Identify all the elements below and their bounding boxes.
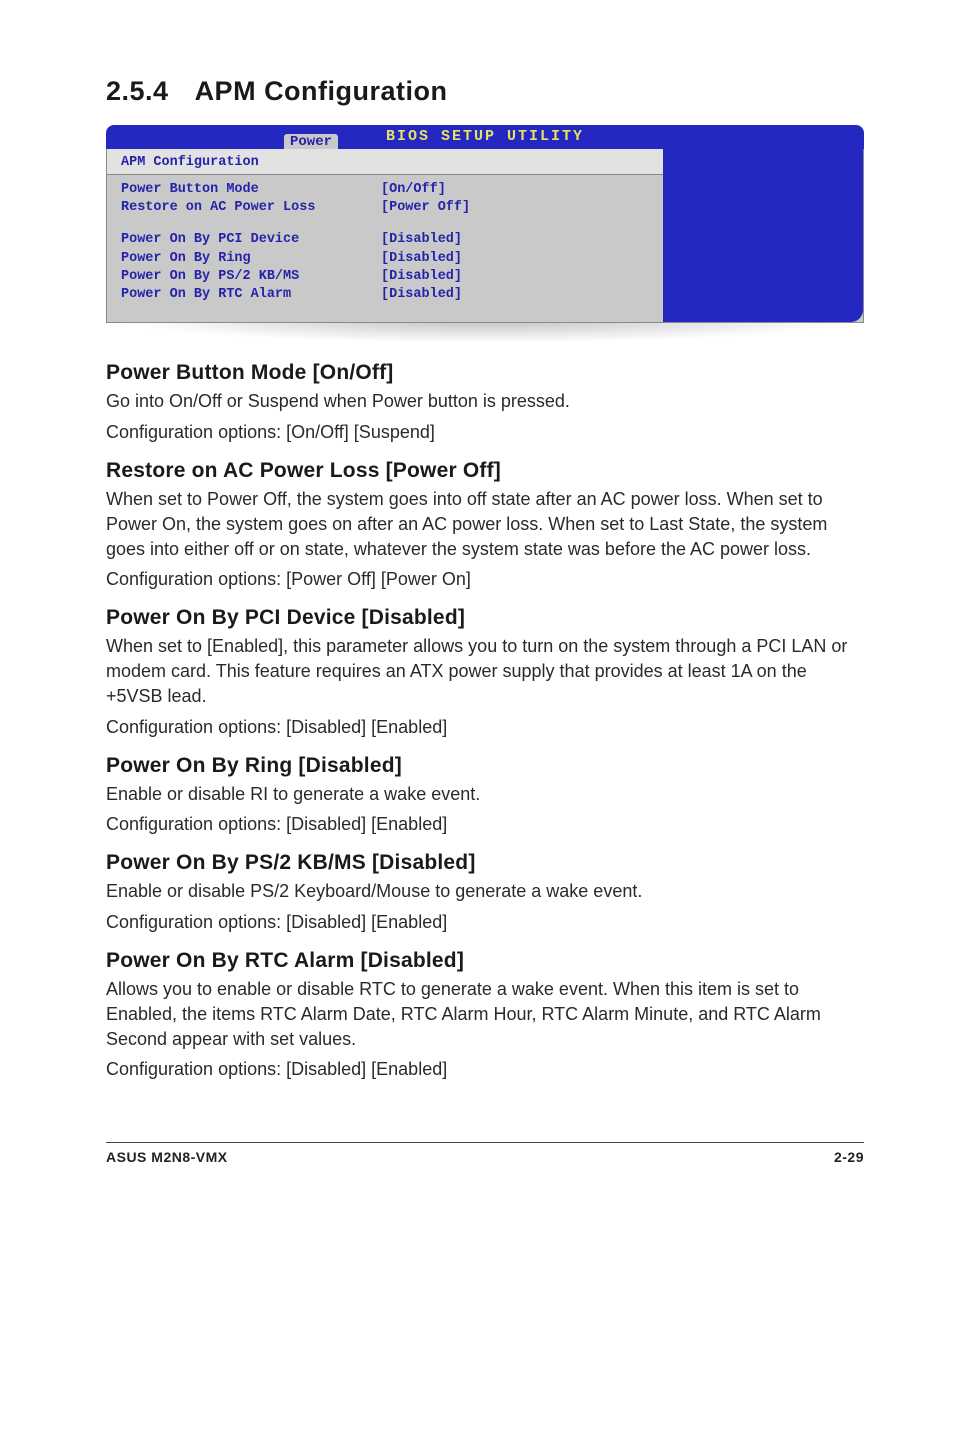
section-heading: 2.5.4 APM Configuration bbox=[106, 76, 864, 107]
bios-left-panel: APM Configuration Power Button Mode [On/… bbox=[107, 149, 663, 322]
bios-row-value: [Disabled] bbox=[381, 250, 462, 268]
item-desc: Enable or disable PS/2 Keyboard/Mouse to… bbox=[106, 879, 864, 904]
bios-row-label: Power Button Mode bbox=[121, 181, 381, 199]
bios-row-value: [Disabled] bbox=[381, 268, 462, 286]
bios-row-label: Power On By RTC Alarm bbox=[121, 286, 381, 304]
item-options: Configuration options: [Disabled] [Enabl… bbox=[106, 1057, 864, 1082]
bios-body: APM Configuration Power Button Mode [On/… bbox=[106, 149, 864, 323]
item-heading-pci: Power On By PCI Device [Disabled] bbox=[106, 606, 864, 630]
bios-row-label: Power On By PCI Device bbox=[121, 231, 381, 249]
item-options: Configuration options: [Disabled] [Enabl… bbox=[106, 812, 864, 837]
bios-row-label: Power On By PS/2 KB/MS bbox=[121, 268, 381, 286]
bios-tab-power: Power bbox=[284, 134, 338, 149]
bios-row: Power On By RTC Alarm [Disabled] bbox=[121, 286, 649, 304]
bios-row-value: [Power Off] bbox=[381, 199, 470, 217]
bios-row-label: Power On By Ring bbox=[121, 250, 381, 268]
bios-rows: Power Button Mode [On/Off] Restore on AC… bbox=[107, 175, 663, 322]
bios-row: Restore on AC Power Loss [Power Off] bbox=[121, 199, 649, 217]
bios-right-panel bbox=[663, 149, 863, 322]
bios-screenshot: BIOS SETUP UTILITY Power APM Configurati… bbox=[106, 125, 864, 343]
bios-title: BIOS SETUP UTILITY bbox=[386, 128, 584, 145]
item-desc: When set to [Enabled], this parameter al… bbox=[106, 634, 864, 708]
page: 2.5.4 APM Configuration BIOS SETUP UTILI… bbox=[0, 0, 954, 1195]
item-heading-power-button-mode: Power Button Mode [On/Off] bbox=[106, 361, 864, 385]
item-desc: Go into On/Off or Suspend when Power but… bbox=[106, 389, 864, 414]
item-heading-ring: Power On By Ring [Disabled] bbox=[106, 754, 864, 778]
section-title: APM Configuration bbox=[195, 76, 448, 107]
item-options: Configuration options: [Disabled] [Enabl… bbox=[106, 715, 864, 740]
bios-row-value: [Disabled] bbox=[381, 286, 462, 304]
bios-row-value: [On/Off] bbox=[381, 181, 446, 199]
item-options: Configuration options: [Power Off] [Powe… bbox=[106, 567, 864, 592]
section-number: 2.5.4 bbox=[106, 76, 169, 107]
bios-header: BIOS SETUP UTILITY Power bbox=[106, 125, 864, 149]
bios-row: Power On By Ring [Disabled] bbox=[121, 250, 649, 268]
bios-section-title: APM Configuration bbox=[107, 149, 663, 175]
bios-row-value: [Disabled] bbox=[381, 231, 462, 249]
footer-right: 2-29 bbox=[834, 1149, 864, 1165]
item-desc: Allows you to enable or disable RTC to g… bbox=[106, 977, 864, 1051]
footer-left: ASUS M2N8-VMX bbox=[106, 1149, 228, 1165]
item-heading-ps2: Power On By PS/2 KB/MS [Disabled] bbox=[106, 851, 864, 875]
item-desc: When set to Power Off, the system goes i… bbox=[106, 487, 864, 561]
spacer bbox=[121, 217, 649, 231]
item-desc: Enable or disable RI to generate a wake … bbox=[106, 782, 864, 807]
bios-row-label: Restore on AC Power Loss bbox=[121, 199, 381, 217]
bios-row: Power On By PS/2 KB/MS [Disabled] bbox=[121, 268, 649, 286]
page-footer: ASUS M2N8-VMX 2-29 bbox=[106, 1142, 864, 1165]
item-heading-rtc: Power On By RTC Alarm [Disabled] bbox=[106, 949, 864, 973]
item-options: Configuration options: [Disabled] [Enabl… bbox=[106, 910, 864, 935]
item-options: Configuration options: [On/Off] [Suspend… bbox=[106, 420, 864, 445]
item-heading-restore-ac: Restore on AC Power Loss [Power Off] bbox=[106, 459, 864, 483]
bios-shadow bbox=[112, 323, 858, 343]
bios-row: Power Button Mode [On/Off] bbox=[121, 181, 649, 199]
bios-row: Power On By PCI Device [Disabled] bbox=[121, 231, 649, 249]
